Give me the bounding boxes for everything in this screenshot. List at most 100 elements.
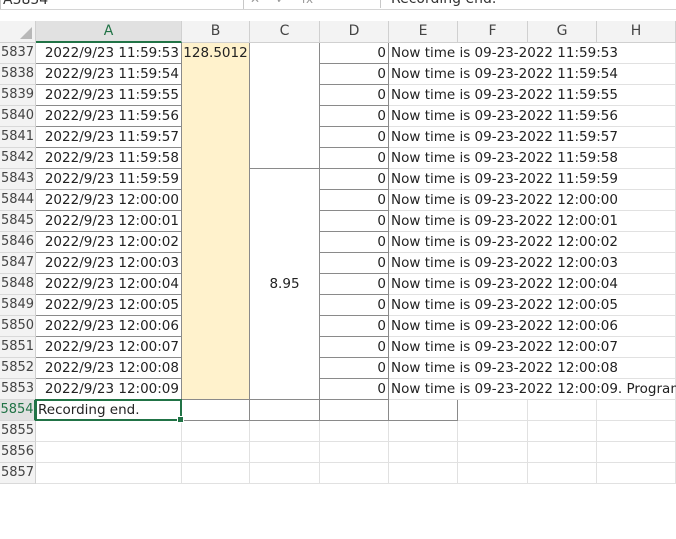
- row-header[interactable]: 5838: [0, 64, 36, 85]
- cell-f[interactable]: [458, 400, 528, 421]
- formula-input[interactable]: Recording end.: [380, 0, 676, 8]
- column-header-h[interactable]: H: [597, 21, 676, 43]
- fx-icon[interactable]: fx: [302, 0, 313, 6]
- row-header[interactable]: 5851: [0, 337, 36, 358]
- cell-a[interactable]: 2022/9/23 12:00:04: [36, 274, 182, 295]
- cell-e[interactable]: Now time is 09-23-2022 11:59:57: [389, 127, 618, 148]
- select-all-corner[interactable]: [0, 21, 36, 43]
- cell-e[interactable]: Now time is 09-23-2022 11:59:58: [389, 148, 618, 169]
- cell-a[interactable]: 2022/9/23 11:59:57: [36, 127, 182, 148]
- cell-h[interactable]: [597, 463, 676, 484]
- row-header[interactable]: 5856: [0, 442, 36, 463]
- row-header[interactable]: 5848: [0, 274, 36, 295]
- cell-e[interactable]: Now time is 09-23-2022 12:00:04: [389, 274, 618, 295]
- cell-c[interactable]: [250, 463, 320, 484]
- cell-d[interactable]: 0: [320, 106, 389, 127]
- cell-a[interactable]: 2022/9/23 12:00:07: [36, 337, 182, 358]
- enter-icon[interactable]: ✓: [276, 0, 286, 6]
- cell-f[interactable]: [458, 442, 528, 463]
- row-header[interactable]: 5841: [0, 127, 36, 148]
- row-header[interactable]: 5840: [0, 106, 36, 127]
- column-header-d[interactable]: D: [320, 21, 389, 43]
- cell-e[interactable]: [389, 442, 458, 463]
- cell-e[interactable]: Now time is 09-23-2022 11:59:54: [389, 64, 618, 85]
- merged-cell-b[interactable]: 128.5012: [182, 43, 250, 400]
- row-header[interactable]: 5853: [0, 379, 36, 400]
- cell-d[interactable]: 0: [320, 379, 389, 400]
- column-header-a[interactable]: A: [36, 21, 182, 43]
- cell-e[interactable]: Now time is 09-23-2022 11:59:56: [389, 106, 618, 127]
- cell-a[interactable]: 2022/9/23 11:59:59: [36, 169, 182, 190]
- cell-h[interactable]: [597, 442, 676, 463]
- column-header-c[interactable]: C: [250, 21, 320, 43]
- cancel-icon[interactable]: ✕: [250, 0, 260, 6]
- row-header[interactable]: 5839: [0, 85, 36, 106]
- cell-e[interactable]: Now time is 09-23-2022 12:00:08: [389, 358, 618, 379]
- cell-a[interactable]: 2022/9/23 12:00:01: [36, 211, 182, 232]
- cell-d[interactable]: 0: [320, 43, 389, 64]
- cell-g[interactable]: [528, 400, 597, 421]
- cell-e[interactable]: Now time is 09-23-2022 11:59:53: [389, 43, 618, 64]
- name-box[interactable]: A5854: [0, 0, 244, 9]
- cell-d[interactable]: [320, 442, 389, 463]
- cell-d[interactable]: 0: [320, 127, 389, 148]
- cell-a[interactable]: 2022/9/23 12:00:00: [36, 190, 182, 211]
- cell-a[interactable]: 2022/9/23 11:59:56: [36, 106, 182, 127]
- cell-a[interactable]: [36, 442, 182, 463]
- cell-d[interactable]: 0: [320, 232, 389, 253]
- cell-d[interactable]: 0: [320, 337, 389, 358]
- cell-d[interactable]: 0: [320, 85, 389, 106]
- cell-c[interactable]: [250, 442, 320, 463]
- cell-h[interactable]: [597, 400, 676, 421]
- column-header-f[interactable]: F: [458, 21, 528, 43]
- cell-a[interactable]: 2022/9/23 12:00:03: [36, 253, 182, 274]
- cell-b[interactable]: [182, 421, 250, 442]
- cell-b[interactable]: [182, 442, 250, 463]
- column-header-b[interactable]: B: [182, 21, 250, 43]
- merged-cell-c-upper[interactable]: [250, 43, 320, 169]
- row-header[interactable]: 5842: [0, 148, 36, 169]
- cell-d[interactable]: 0: [320, 169, 389, 190]
- cell-f[interactable]: [458, 421, 528, 442]
- cell-e[interactable]: Now time is 09-23-2022 12:00:01: [389, 211, 618, 232]
- cell-e[interactable]: Now time is 09-23-2022 11:59:59: [389, 169, 618, 190]
- cell-c[interactable]: [250, 421, 320, 442]
- cell-d[interactable]: 0: [320, 211, 389, 232]
- cell-a[interactable]: 2022/9/23 11:59:53: [36, 43, 182, 64]
- cell-d[interactable]: 0: [320, 190, 389, 211]
- cell-d[interactable]: 0: [320, 253, 389, 274]
- cell-a[interactable]: 2022/9/23 12:00:08: [36, 358, 182, 379]
- cell-e[interactable]: [389, 421, 458, 442]
- row-header[interactable]: 5854: [0, 400, 36, 421]
- row-header[interactable]: 5850: [0, 316, 36, 337]
- cell-a[interactable]: 2022/9/23 12:00:05: [36, 295, 182, 316]
- cell-d[interactable]: 0: [320, 358, 389, 379]
- cell-d[interactable]: [320, 400, 389, 421]
- cell-d[interactable]: [320, 421, 389, 442]
- row-header[interactable]: 5844: [0, 190, 36, 211]
- row-header[interactable]: 5852: [0, 358, 36, 379]
- cell-e[interactable]: Now time is 09-23-2022 12:00:03: [389, 253, 618, 274]
- cell-a[interactable]: 2022/9/23 12:00:09: [36, 379, 182, 400]
- cell-c[interactable]: [250, 400, 320, 421]
- cell-d[interactable]: 0: [320, 295, 389, 316]
- cell-e[interactable]: Now time is 09-23-2022 12:00:02: [389, 232, 618, 253]
- cell-e[interactable]: Now time is 09-23-2022 12:00:06: [389, 316, 618, 337]
- cell-e[interactable]: Now time is 09-23-2022 12:00:07: [389, 337, 618, 358]
- cell-b[interactable]: [182, 400, 250, 421]
- cell-f[interactable]: [458, 463, 528, 484]
- row-header[interactable]: 5846: [0, 232, 36, 253]
- cell-a[interactable]: [36, 421, 182, 442]
- cell-a[interactable]: 2022/9/23 11:59:54: [36, 64, 182, 85]
- cell-g[interactable]: [528, 442, 597, 463]
- cell-d[interactable]: 0: [320, 64, 389, 85]
- merged-cell-c-lower[interactable]: 8.95: [250, 169, 320, 400]
- cell-e[interactable]: Now time is 09-23-2022 12:00:00: [389, 190, 618, 211]
- cell-a[interactable]: 2022/9/23 12:00:02: [36, 232, 182, 253]
- cell-e[interactable]: [389, 463, 458, 484]
- row-header[interactable]: 5843: [0, 169, 36, 190]
- row-header[interactable]: 5855: [0, 421, 36, 442]
- column-header-g[interactable]: G: [528, 21, 597, 43]
- cell-e[interactable]: [389, 400, 458, 421]
- cell-d[interactable]: 0: [320, 148, 389, 169]
